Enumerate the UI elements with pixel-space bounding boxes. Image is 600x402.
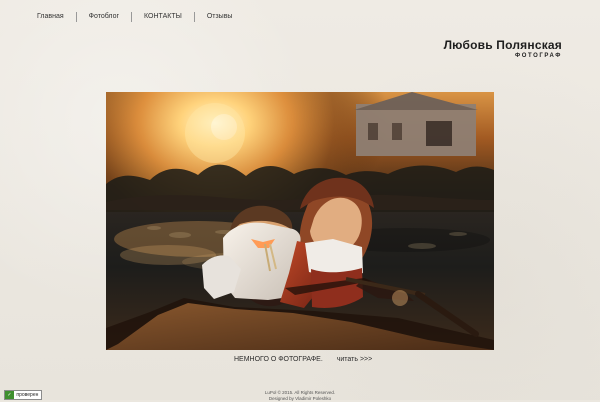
nav-home[interactable]: Главная bbox=[25, 12, 76, 22]
nav-contacts[interactable]: КОНТАКТЫ bbox=[131, 12, 194, 22]
hero-photo bbox=[106, 92, 494, 350]
check-icon: ✓ bbox=[5, 391, 14, 399]
site-brand: Любовь Полянская ФОТОГРАФ bbox=[444, 38, 562, 59]
verified-badge[interactable]: ✓ проверен bbox=[4, 390, 42, 400]
nav-photoblog[interactable]: Фотоблог bbox=[75, 12, 131, 22]
verified-badge-label: проверен bbox=[16, 392, 39, 398]
photographer-caption: НЕМНОГО О ФОТОГРАФЕ. читать >>> bbox=[234, 356, 372, 363]
nav-reviews[interactable]: Отзывы bbox=[193, 12, 245, 22]
read-more-link[interactable]: читать >>> bbox=[337, 356, 373, 363]
hero-photo-scene bbox=[106, 92, 494, 350]
main-navigation: Главная Фотоблог КОНТАКТЫ Отзывы bbox=[25, 12, 244, 22]
page-footer: LuPol © 2015. All Rights Reserved. Desig… bbox=[0, 390, 600, 402]
brand-subtitle: ФОТОГРАФ bbox=[515, 53, 562, 59]
about-photographer-label: НЕМНОГО О ФОТОГРАФЕ. bbox=[234, 356, 323, 363]
brand-name: Любовь Полянская bbox=[443, 38, 562, 52]
footer-designer: Designed by Vladimir Poleshko bbox=[268, 396, 332, 401]
